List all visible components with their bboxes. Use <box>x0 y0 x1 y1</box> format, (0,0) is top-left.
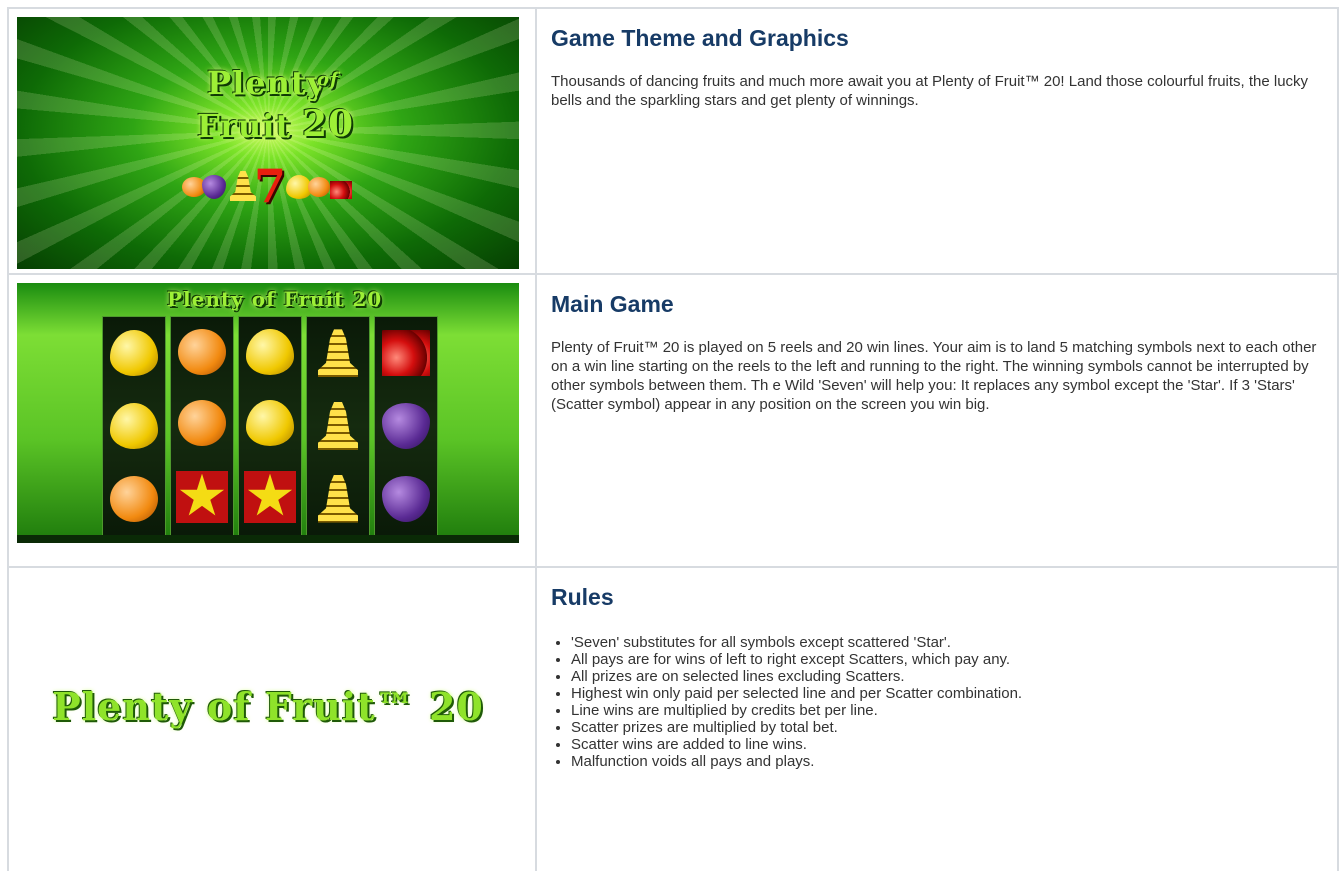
section-heading: Game Theme and Graphics <box>551 25 849 51</box>
orange-icon <box>178 399 226 446</box>
orange-icon <box>308 177 330 197</box>
lemon-icon <box>110 402 158 449</box>
logo-number: 20 <box>302 103 355 145</box>
game-info-table: Plenty of Fruit 20 7 Game Theme and Grap… <box>7 7 1339 871</box>
text-cell: Game Theme and Graphics Thousands of dan… <box>535 7 1339 275</box>
rule-item: All pays are for wins of left to right e… <box>571 651 1337 668</box>
lemon-icon <box>246 329 294 376</box>
reel <box>102 316 166 536</box>
rule-item: 'Seven' substitutes for all symbols exce… <box>571 634 1337 651</box>
table-row: Plenty of Fruit 20 7 Game Theme and Grap… <box>7 7 1339 275</box>
bell-icon <box>318 329 358 378</box>
game-theme-image: Plenty of Fruit 20 7 <box>17 17 519 269</box>
section-heading: Rules <box>551 584 614 610</box>
text-cell: Rules 'Seven' substitutes for all symbol… <box>535 566 1339 871</box>
rule-item: Scatter wins are added to line wins. <box>571 736 1337 753</box>
logo-plenty: Plenty <box>207 64 327 102</box>
reel <box>238 316 302 536</box>
cherry-icon <box>330 181 352 199</box>
bottom-bar <box>17 535 519 543</box>
rule-item: Malfunction voids all pays and plays. <box>571 753 1337 770</box>
fruit-strip: 7 <box>182 159 362 213</box>
reel <box>306 316 370 536</box>
seven-icon: 7 <box>254 159 287 213</box>
orange-icon <box>110 475 158 522</box>
game-logo: Plenty of Fruit™ 20 <box>52 683 484 729</box>
rule-item: Scatter prizes are multiplied by total b… <box>571 719 1337 736</box>
table-row: Plenty of Fruit™ 20 Rules 'Seven' substi… <box>7 566 1339 871</box>
star-icon <box>176 470 228 523</box>
star-icon <box>244 470 296 523</box>
lemon-icon <box>110 330 158 377</box>
rule-item: All prizes are on selected lines excludi… <box>571 668 1337 685</box>
rule-item: Highest win only paid per selected line … <box>571 685 1337 702</box>
orange-icon <box>178 329 226 376</box>
section-heading: Main Game <box>551 291 674 317</box>
cherry-icon <box>382 330 430 377</box>
game-title: Plenty of Fruit 20 <box>167 287 383 311</box>
section-body: Thousands of dancing fruits and much mor… <box>551 73 1309 109</box>
image-cell: Plenty of Fruit 20 <box>7 273 537 568</box>
image-cell: Plenty of Fruit™ 20 <box>7 566 537 871</box>
text-cell: Main Game Plenty of Fruit™ 20 is played … <box>535 273 1339 568</box>
bell-icon <box>318 474 358 523</box>
bell-icon <box>318 401 358 450</box>
table-row: Plenty of Fruit 20 Main Game Plenty of F… <box>7 273 1339 568</box>
plum-icon <box>202 175 226 199</box>
reels <box>102 316 438 536</box>
logo-of: of <box>317 69 339 90</box>
rule-item: Line wins are multiplied by credits bet … <box>571 702 1337 719</box>
lemon-icon <box>246 399 294 446</box>
game-logo-image: Plenty of Fruit™ 20 <box>17 576 519 871</box>
logo-fruit: Fruit <box>197 107 292 145</box>
rules-list: 'Seven' substitutes for all symbols exce… <box>551 634 1337 770</box>
reel <box>170 316 234 536</box>
plum-icon <box>382 475 430 522</box>
image-cell: Plenty of Fruit 20 7 <box>7 7 537 275</box>
reel <box>374 316 438 536</box>
main-game-screenshot: Plenty of Fruit 20 <box>17 283 519 543</box>
plum-icon <box>382 402 430 449</box>
page: Plenty of Fruit 20 7 Game Theme and Grap… <box>0 0 1343 871</box>
section-body: Plenty of Fruit™ 20 is played on 5 reels… <box>551 339 1317 413</box>
bell-icon <box>230 171 256 201</box>
